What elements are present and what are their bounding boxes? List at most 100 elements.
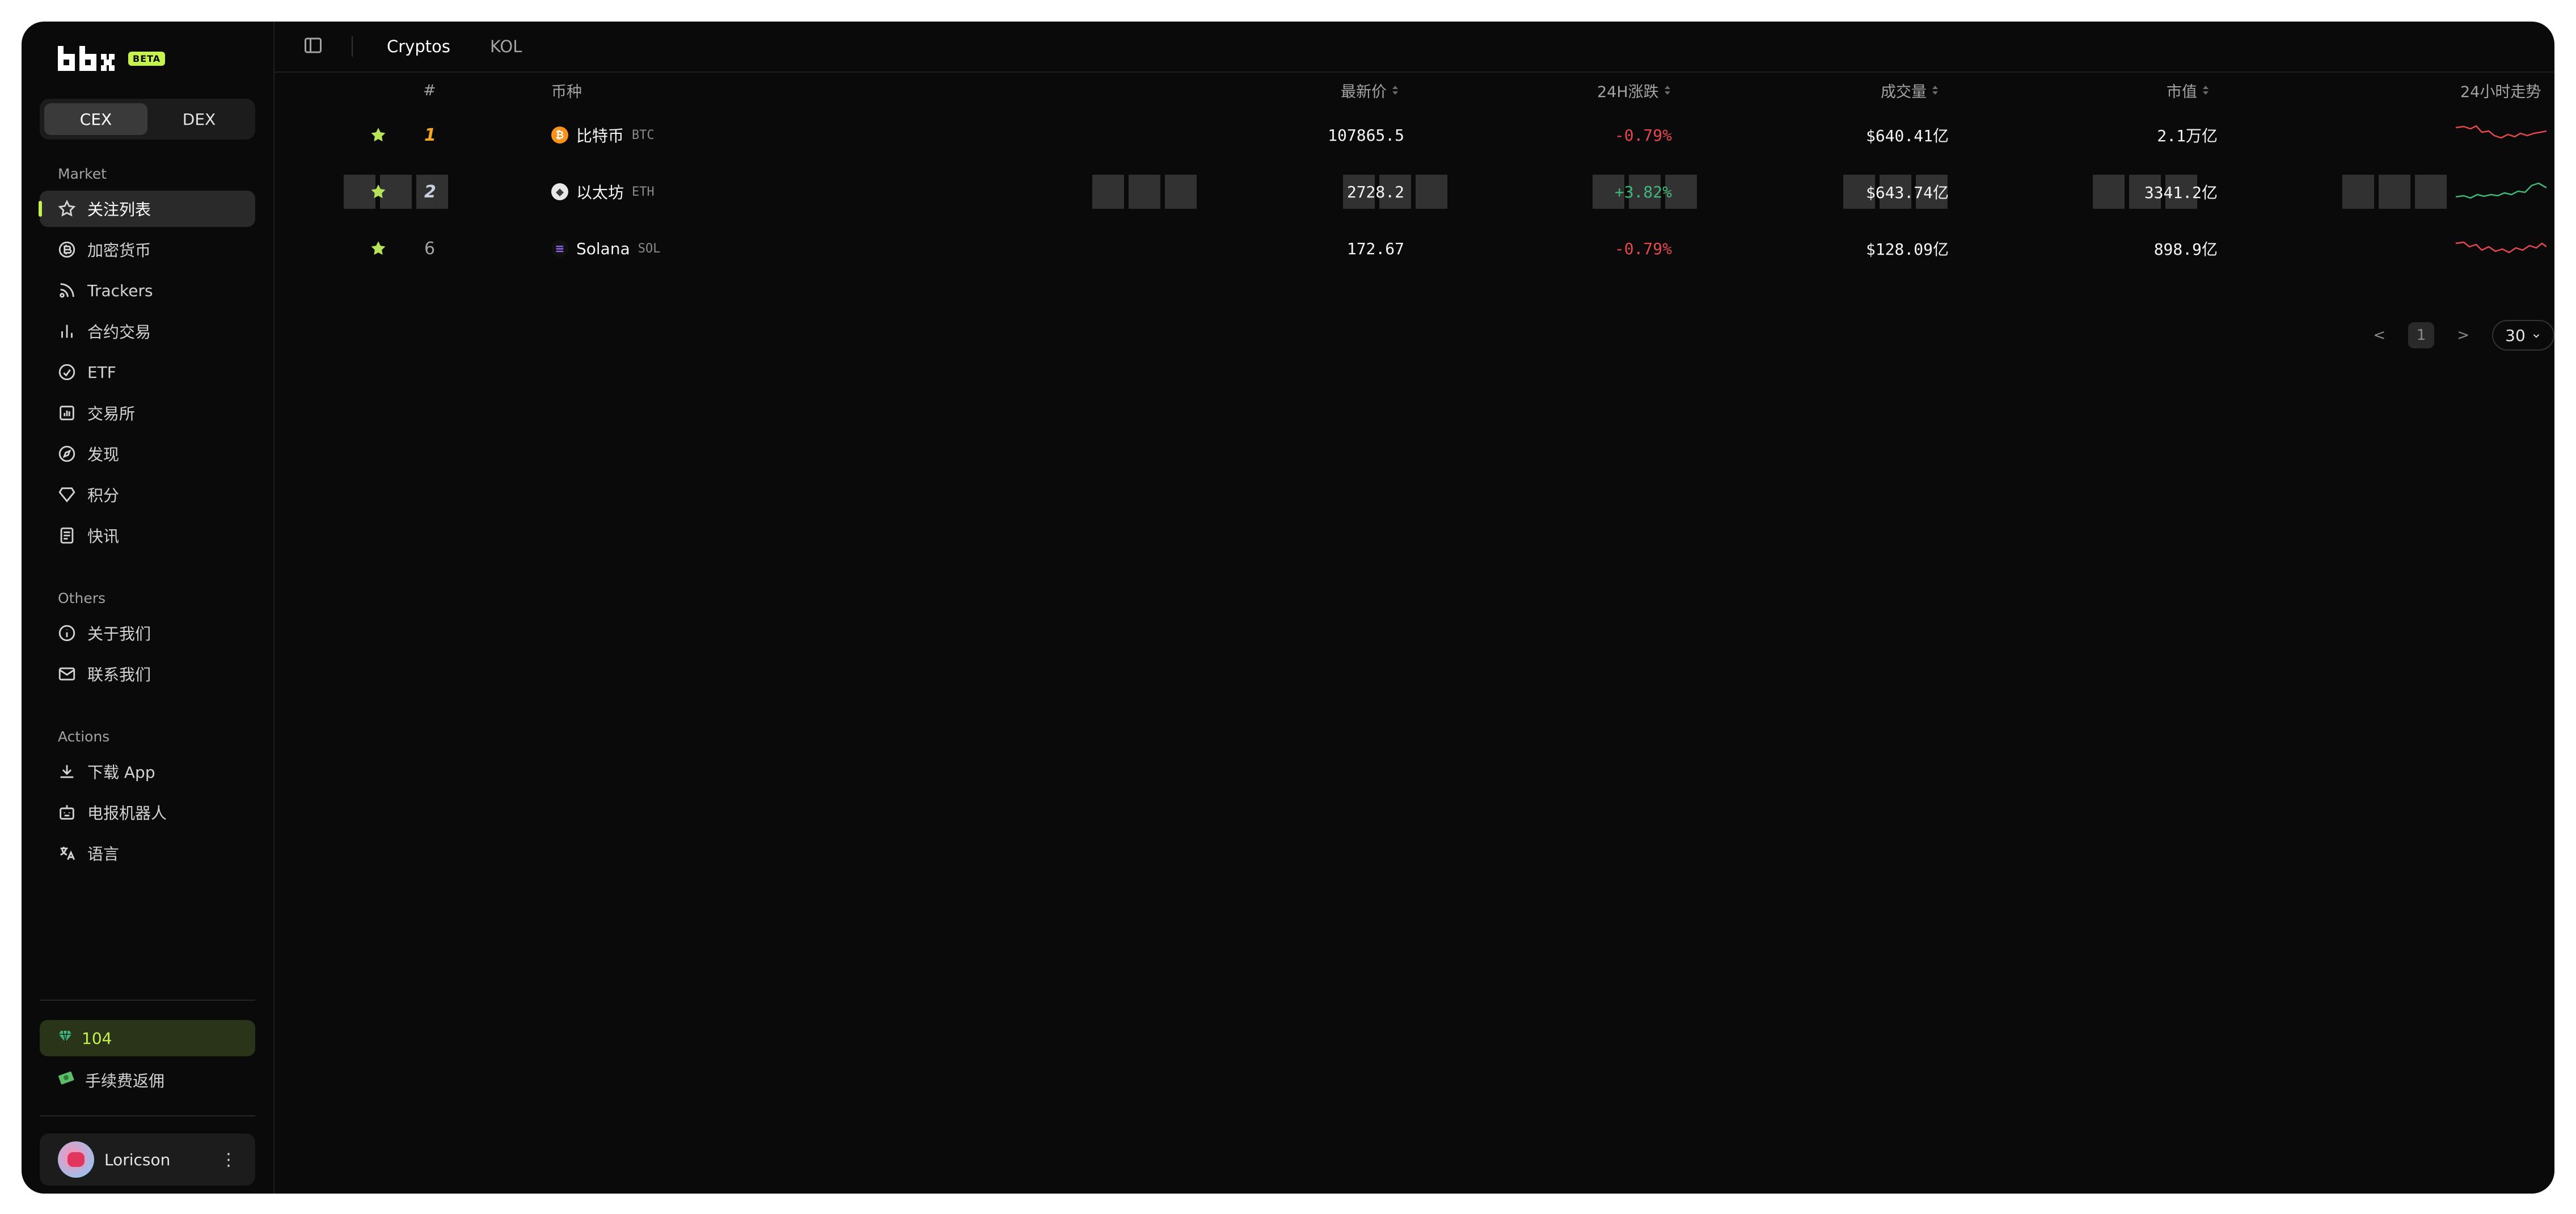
nav-etf[interactable]: ETF: [40, 354, 255, 390]
username: Loricson: [104, 1150, 171, 1169]
favorite-star-icon[interactable]: [369, 163, 388, 220]
nav-label: Trackers: [87, 281, 153, 300]
prev-page-button[interactable]: <: [2373, 327, 2385, 344]
top-bar: Cryptos KOL: [275, 22, 2554, 73]
nav-points[interactable]: 积分: [40, 477, 255, 513]
language-icon: [57, 843, 77, 863]
nav-label: 快讯: [87, 527, 120, 546]
beta-badge: BETA: [128, 51, 166, 66]
sort-icon: [1664, 85, 1670, 95]
points-balance[interactable]: 104: [40, 1020, 255, 1056]
nav-label: 关注列表: [87, 200, 151, 219]
header-volume-label: 成交量: [1881, 83, 1927, 101]
nav-news[interactable]: 快讯: [40, 517, 255, 554]
market-type-toggle: CEX DEX: [40, 99, 255, 140]
sort-icon: [1392, 85, 1398, 95]
nav-label: 关于我们: [87, 625, 151, 643]
others-section-title: Others: [58, 589, 106, 606]
nav-language[interactable]: 语言: [40, 835, 255, 871]
volume: $643.74亿: [1865, 183, 1949, 202]
table-row[interactable]: 2 ◆ 以太坊 ETH 2728.2 +3.82% $643.74亿 3341.…: [275, 163, 2554, 220]
app-window: BETA CEX DEX Market 关注列表 加密货币 Trackers 合…: [22, 22, 2554, 1194]
sort-icon: [2203, 85, 2208, 95]
toggle-sidebar-icon[interactable]: [303, 35, 323, 58]
coin-ticker: ETH: [632, 184, 654, 199]
more-options-icon[interactable]: ⋮: [220, 1150, 237, 1170]
favorite-star-icon[interactable]: [369, 220, 388, 277]
actions-section-title: Actions: [58, 728, 110, 745]
brand-logo[interactable]: [58, 46, 120, 71]
main-content: Cryptos KOL # 币种 最新价 24H涨跌 成交量 市值 24小时走势…: [275, 22, 2554, 1194]
coin-name: 以太坊: [576, 183, 624, 202]
nav-download-app[interactable]: 下载 App: [40, 753, 255, 790]
nav-futures[interactable]: 合约交易: [40, 313, 255, 349]
table-header: # 币种 最新价 24H涨跌 成交量 市值 24小时走势: [275, 74, 2554, 107]
table-row[interactable]: 6 ≡ Solana SOL 172.67 -0.79% $128.09亿 89…: [275, 220, 2554, 277]
change: +3.82%: [1614, 182, 1672, 201]
header-coin: 币种: [551, 83, 582, 101]
change: -0.79%: [1614, 239, 1672, 258]
bot-icon: [57, 802, 77, 823]
user-profile[interactable]: Loricson ⋮: [40, 1133, 255, 1186]
tab-cryptos[interactable]: Cryptos: [387, 37, 450, 56]
nav-trackers[interactable]: Trackers: [40, 272, 255, 309]
market-section-title: Market: [58, 165, 107, 182]
nav-label: 联系我们: [87, 665, 151, 684]
sol-icon: ≡: [551, 240, 568, 257]
nav-about[interactable]: 关于我们: [40, 615, 255, 651]
news-icon: [57, 525, 77, 546]
page-size-value: 30: [2505, 326, 2526, 345]
price: 107865.5: [1328, 125, 1404, 145]
nav-label: 交易所: [87, 404, 136, 423]
mail-icon: [57, 664, 77, 684]
header-mcap-label: 市值: [2167, 83, 2197, 101]
page-size-select[interactable]: 30: [2492, 320, 2554, 351]
header-change-label: 24H涨跌: [1597, 83, 1659, 101]
nav-label: 加密货币: [87, 241, 151, 260]
cex-tab[interactable]: CEX: [44, 103, 147, 135]
nav-contact[interactable]: 联系我们: [40, 656, 255, 692]
rank: 6: [424, 238, 436, 259]
coin-name: Solana: [576, 239, 630, 258]
rebate-label: 手续费返佣: [85, 1072, 165, 1090]
coin-icon: [57, 239, 77, 260]
price: 172.67: [1346, 239, 1404, 258]
topbar-divider: [352, 36, 353, 57]
others-nav: 关于我们 联系我们: [40, 615, 255, 692]
favorite-star-icon[interactable]: [369, 107, 388, 163]
nav-label: 合约交易: [87, 323, 151, 342]
market-cap: 3341.2亿: [2144, 183, 2218, 202]
next-page-button[interactable]: >: [2457, 327, 2469, 344]
download-icon: [57, 761, 77, 782]
dex-tab[interactable]: DEX: [147, 103, 251, 135]
market-cap: 898.9亿: [2153, 240, 2218, 259]
nav-exchanges[interactable]: 交易所: [40, 395, 255, 431]
tab-kol[interactable]: KOL: [490, 37, 522, 56]
coin-cell[interactable]: ₿ 比特币 BTC: [551, 107, 654, 163]
page-number-button[interactable]: 1: [2408, 322, 2435, 348]
header-price-label: 最新价: [1341, 83, 1387, 101]
coin-name: 比特币: [576, 127, 624, 145]
table-row[interactable]: 1 ₿ 比特币 BTC 107865.5 -0.79% $640.41亿 2.1…: [275, 107, 2554, 163]
watchlist-table: # 币种 最新价 24H涨跌 成交量 市值 24小时走势 1 ₿ 比特币 BTC…: [275, 74, 2554, 277]
coin-cell[interactable]: ◆ 以太坊 ETH: [551, 163, 654, 220]
header-price[interactable]: 最新价: [1341, 74, 1398, 107]
nav-label: 语言: [87, 845, 120, 863]
money-icon: [57, 1068, 77, 1093]
header-volume[interactable]: 成交量: [1881, 74, 1938, 107]
check-circle-icon: [57, 362, 77, 382]
nav-telegram-bot[interactable]: 电报机器人: [40, 794, 255, 831]
exchange-icon: [57, 403, 77, 423]
nav-crypto[interactable]: 加密货币: [40, 231, 255, 268]
nav-discover[interactable]: 发现: [40, 436, 255, 472]
coin-cell[interactable]: ≡ Solana SOL: [551, 220, 661, 277]
nav-watchlist[interactable]: 关注列表: [39, 191, 255, 227]
fee-rebate-link[interactable]: 手续费返佣: [40, 1062, 255, 1098]
header-mcap[interactable]: 市值: [2167, 74, 2208, 107]
header-change[interactable]: 24H涨跌: [1597, 74, 1670, 107]
market-nav: 关注列表 加密货币 Trackers 合约交易 ETF 交易所 发现 积分 快讯: [39, 191, 255, 554]
pagination: < 1 > 30: [2373, 320, 2554, 351]
actions-nav: 下载 App 电报机器人 语言: [40, 753, 255, 871]
compass-icon: [57, 444, 77, 464]
tracker-icon: [57, 280, 77, 301]
